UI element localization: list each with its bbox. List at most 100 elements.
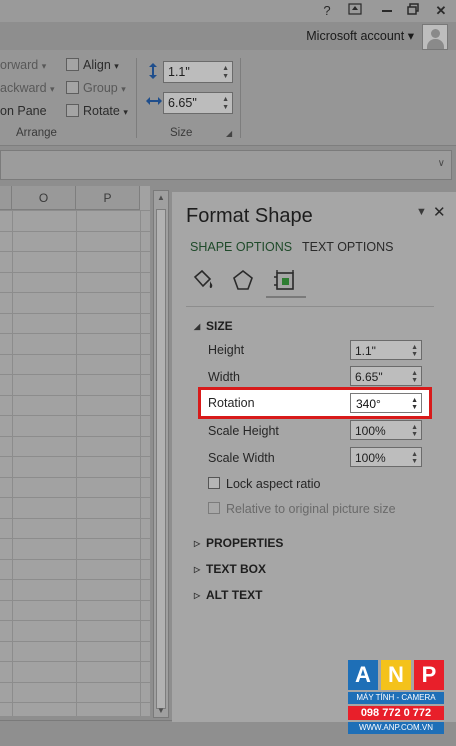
spin-down-icon[interactable]: ▼	[411, 351, 418, 358]
gridline	[0, 272, 150, 273]
rotate-button[interactable]: Rotate ▾	[66, 104, 128, 118]
gridline	[0, 477, 150, 478]
worksheet-grid[interactable]: O P	[0, 186, 150, 716]
expand-triangle-icon: ▷	[194, 591, 201, 600]
align-label: Align	[83, 58, 111, 72]
fill-line-icon[interactable]	[190, 268, 216, 292]
scale-width-value: 100%	[355, 451, 386, 465]
ribbon-display-icon[interactable]	[346, 3, 364, 19]
height-label: Height	[208, 343, 245, 357]
size-section-header[interactable]: ◢ SIZE	[194, 319, 233, 333]
alt-text-section-label: ALT TEXT	[206, 588, 263, 602]
rotate-icon	[66, 104, 79, 117]
chevron-down-icon: ▾	[41, 61, 47, 71]
spin-up-icon[interactable]: ▲	[411, 451, 418, 458]
account-menu[interactable]: Microsoft account ▾	[306, 28, 414, 43]
gridline	[0, 415, 150, 416]
anp-watermark-logo: A N P MÁY TÍNH - CAMERA 098 772 0 772 WW…	[348, 660, 444, 738]
send-backward-button[interactable]: ackward ▾	[0, 81, 55, 95]
gridline	[0, 682, 150, 683]
column-header-o[interactable]: O	[12, 186, 76, 210]
expand-triangle-icon: ▷	[194, 539, 201, 548]
text-box-section-header[interactable]: ▷ TEXT BOX	[194, 562, 266, 576]
properties-section-header[interactable]: ▷ PROPERTIES	[194, 536, 283, 550]
scrollbar-thumb[interactable]	[156, 209, 166, 709]
logo-letter-a: A	[348, 660, 378, 690]
vertical-scrollbar[interactable]: ▲ ▼	[153, 190, 169, 718]
width-input[interactable]: 6.65" ▲ ▼	[350, 366, 422, 386]
ribbon-divider	[136, 58, 137, 138]
help-icon[interactable]: ?	[318, 3, 336, 19]
spin-up-icon[interactable]: ▲	[411, 344, 418, 351]
height-input[interactable]: 1.1" ▲ ▼	[350, 340, 422, 360]
align-button[interactable]: Align ▾	[66, 58, 119, 72]
text-box-section-label: TEXT BOX	[206, 562, 267, 576]
spin-down-icon[interactable]: ▼	[411, 377, 418, 384]
spin-up-icon[interactable]: ▲	[411, 370, 418, 377]
avatar[interactable]	[422, 24, 448, 50]
spin-down-icon[interactable]: ▼	[411, 404, 418, 411]
spin-down-icon[interactable]: ▼	[411, 431, 418, 438]
bring-forward-label: orward	[0, 58, 39, 72]
dialog-launcher-icon[interactable]: ◢	[226, 129, 232, 138]
pane-options-icon[interactable]: ▼	[416, 206, 427, 218]
gridline	[0, 395, 150, 396]
group-icon	[66, 81, 79, 94]
bring-forward-button[interactable]: orward ▾	[0, 58, 46, 72]
restore-icon[interactable]	[404, 3, 422, 19]
selection-pane-label: on Pane	[0, 104, 47, 118]
spin-down-icon[interactable]: ▼	[411, 458, 418, 465]
column-header[interactable]	[0, 186, 12, 210]
pane-title: Format Shape	[186, 205, 313, 227]
ribbon-divider	[240, 58, 241, 138]
size-group-label: Size	[170, 127, 193, 139]
logo-phone: 098 772 0 772	[348, 706, 444, 720]
tab-shape-options[interactable]: SHAPE OPTIONS	[190, 240, 292, 254]
gridline	[0, 231, 150, 232]
lock-aspect-checkbox[interactable]	[208, 477, 220, 489]
gridline	[0, 436, 150, 437]
column-header-p[interactable]: P	[76, 186, 140, 210]
size-properties-icon[interactable]	[272, 268, 298, 292]
spin-down-icon[interactable]: ▼	[222, 73, 229, 80]
formula-bar[interactable]: ∨	[0, 150, 452, 180]
lock-aspect-label[interactable]: Lock aspect ratio	[226, 477, 321, 491]
spin-up-icon[interactable]: ▲	[222, 96, 229, 103]
expand-formula-bar-icon[interactable]: ∨	[438, 158, 445, 169]
alt-text-section-header[interactable]: ▷ ALT TEXT	[194, 588, 262, 602]
gridline	[0, 456, 150, 457]
ribbon-height-input[interactable]: 1.1" ▲ ▼	[163, 61, 233, 83]
scroll-down-icon[interactable]: ▼	[157, 706, 165, 715]
group-button[interactable]: Group ▾	[66, 81, 126, 95]
logo-tagline: MÁY TÍNH - CAMERA	[348, 692, 444, 704]
active-category-indicator	[266, 296, 306, 298]
gridline	[0, 661, 150, 662]
close-icon[interactable]: ✕	[433, 203, 446, 221]
scale-width-input[interactable]: 100% ▲ ▼	[350, 447, 422, 467]
spin-up-icon[interactable]: ▲	[411, 424, 418, 431]
spin-up-icon[interactable]: ▲	[222, 65, 229, 72]
scroll-up-icon[interactable]: ▲	[157, 193, 165, 202]
gridline	[0, 538, 150, 539]
relative-original-label: Relative to original picture size	[226, 502, 396, 516]
minimize-icon[interactable]	[378, 3, 396, 19]
spin-up-icon[interactable]: ▲	[411, 397, 418, 404]
gridline	[0, 313, 150, 314]
gridline	[0, 251, 150, 252]
pane-divider	[186, 306, 434, 307]
gridline	[0, 579, 150, 580]
rotation-input[interactable]: 340° ▲ ▼	[350, 393, 422, 413]
chevron-down-icon: ▾	[50, 84, 55, 94]
ribbon-width-input[interactable]: 6.65" ▲ ▼	[163, 92, 233, 114]
account-label: Microsoft account	[306, 29, 405, 43]
chevron-down-icon: ▾	[407, 29, 414, 43]
effects-pentagon-icon[interactable]	[230, 268, 256, 292]
rotation-label: Rotation	[208, 396, 255, 410]
scale-height-input[interactable]: 100% ▲ ▼	[350, 420, 422, 440]
tab-text-options[interactable]: TEXT OPTIONS	[302, 240, 393, 254]
close-icon[interactable]: ✕	[432, 3, 450, 19]
title-bar: ? ✕	[0, 0, 456, 22]
selection-pane-button[interactable]: on Pane	[0, 104, 47, 118]
gridline	[0, 333, 150, 334]
spin-down-icon[interactable]: ▼	[222, 104, 229, 111]
